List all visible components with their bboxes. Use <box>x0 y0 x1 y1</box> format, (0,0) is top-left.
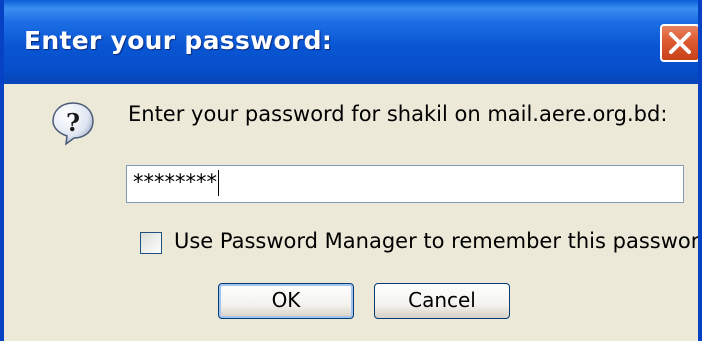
password-dialog: Enter your password: ? Enter your passwo… <box>0 0 702 341</box>
title-bar[interactable]: Enter your password: <box>4 0 698 84</box>
question-icon: ? <box>52 102 94 146</box>
remember-password-label[interactable]: Use Password Manager to remember this pa… <box>174 229 698 253</box>
prompt-text: Enter your password for shakil on mail.a… <box>128 102 668 126</box>
cancel-button[interactable]: Cancel <box>374 283 510 319</box>
password-input[interactable]: ******** <box>126 165 684 203</box>
svg-text:?: ? <box>66 108 80 137</box>
dialog-title: Enter your password: <box>24 26 333 55</box>
dialog-body: ? Enter your password for shakil on mail… <box>8 84 698 341</box>
remember-password-checkbox[interactable] <box>140 232 162 254</box>
close-icon <box>669 32 691 54</box>
text-caret <box>218 170 219 196</box>
ok-button[interactable]: OK <box>218 283 354 319</box>
password-value: ******** <box>133 170 217 194</box>
close-button[interactable] <box>660 24 698 62</box>
